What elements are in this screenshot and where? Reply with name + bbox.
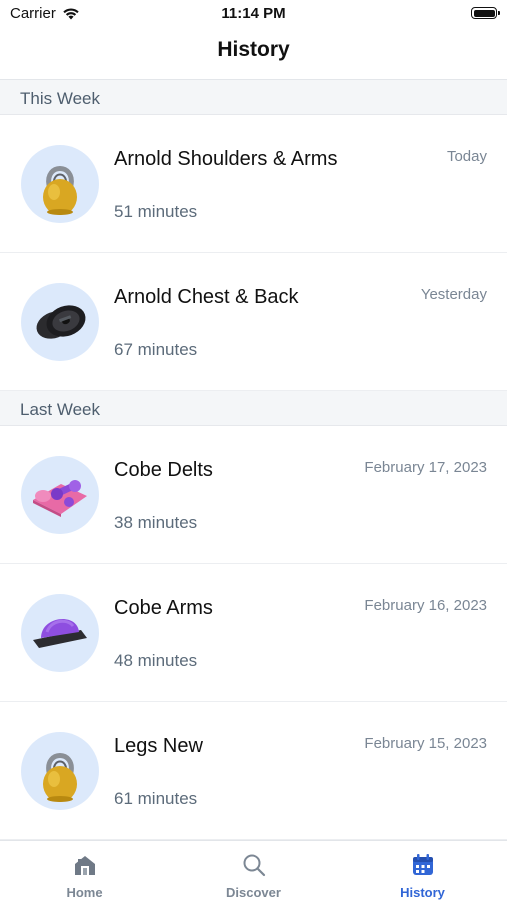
workout-title: Cobe Arms	[114, 597, 213, 619]
tab-label: Home	[66, 885, 103, 900]
bosu-ball-image	[21, 594, 99, 672]
workout-duration: 61 minutes	[114, 789, 198, 808]
history-row[interactable]: Cobe Arms February 16, 2023 48 minutes	[0, 564, 507, 702]
workout-title: Cobe Delts	[114, 459, 213, 481]
workout-title: Arnold Chest & Back	[114, 286, 299, 308]
tab-history[interactable]: History	[338, 841, 507, 901]
tab-home[interactable]: Home	[0, 841, 169, 901]
battery-icon	[471, 7, 500, 19]
tab-label: Discover	[226, 885, 281, 900]
calendar-icon	[413, 854, 433, 875]
page-title: History	[217, 38, 290, 61]
workout-date: Yesterday	[420, 286, 487, 303]
workout-title: Arnold Shoulders & Arms	[114, 148, 338, 170]
workout-duration: 67 minutes	[114, 340, 198, 359]
history-row[interactable]: Arnold Chest & Back Yesterday 67 minutes	[0, 253, 507, 391]
history-row[interactable]: Arnold Shoulders & Arms Today 51 minutes	[0, 115, 507, 253]
section-title: Last Week	[20, 400, 101, 419]
search-icon	[243, 854, 266, 877]
home-icon	[75, 856, 95, 875]
section-header-this-week: This Week	[0, 80, 507, 115]
workout-title: Legs New	[114, 735, 203, 757]
workout-date: Today	[446, 148, 487, 165]
workout-duration: 38 minutes	[114, 513, 198, 532]
kettlebell-image	[21, 145, 99, 223]
tab-bar: Home Discover History	[0, 840, 507, 901]
tab-discover[interactable]: Discover	[169, 841, 338, 901]
workout-date: February 17, 2023	[364, 459, 487, 476]
status-bar: Carrier 11:14 PM	[0, 0, 507, 28]
section-header-last-week: Last Week	[0, 391, 507, 426]
history-row[interactable]: Legs New February 15, 2023 61 minutes	[0, 702, 507, 840]
section-title: This Week	[20, 89, 100, 108]
workout-duration: 51 minutes	[114, 202, 198, 221]
tab-label: History	[400, 885, 445, 900]
status-time: 11:14 PM	[221, 5, 286, 22]
weight-plates-image	[21, 283, 99, 361]
yoga-mat-dumbbells-image	[21, 456, 99, 534]
workout-date: February 15, 2023	[364, 735, 487, 752]
history-row[interactable]: Cobe Delts February 17, 2023 38 minutes	[0, 426, 507, 564]
kettlebell-image	[21, 732, 99, 810]
workout-date: February 16, 2023	[364, 597, 487, 614]
workout-duration: 48 minutes	[114, 651, 198, 670]
